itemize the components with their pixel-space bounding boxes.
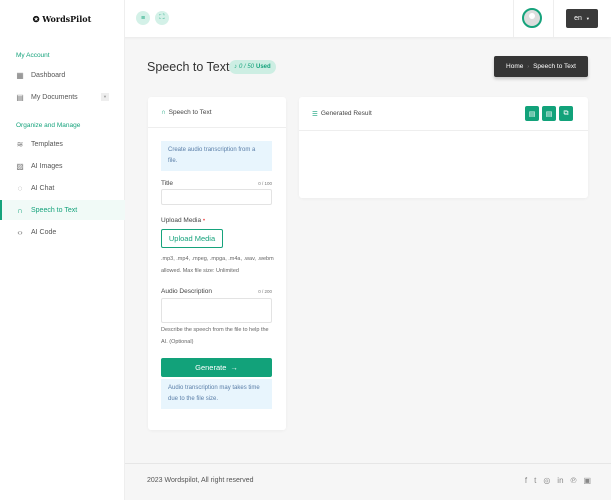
copy-icon: ⧉ [563, 109, 569, 117]
divider [513, 0, 514, 37]
divider [553, 0, 554, 37]
copyright: 2023 Wordspilot, All right reserved [147, 477, 254, 484]
sidebar-item-ai-chat[interactable]: ◌ AI Chat [0, 178, 125, 198]
grid-icon: ▦ [16, 70, 24, 80]
headphones-icon: ∩ [17, 205, 23, 215]
headphones-icon: ∩ [161, 108, 166, 116]
top-header: ✪ WordsPilot ≡ ⛶ en ▼ [0, 0, 611, 37]
section-organize: Organize and Manage [16, 122, 81, 129]
avatar[interactable] [522, 8, 542, 28]
generate-button[interactable]: Generate → [161, 358, 272, 377]
layers-icon: ≋ [16, 139, 24, 149]
sidebar-item-ai-code[interactable]: ‹› AI Code [0, 222, 125, 242]
description-label: Audio Description [161, 288, 212, 295]
fullscreen-button[interactable]: ⛶ [155, 11, 169, 25]
logo[interactable]: ✪ WordsPilot [0, 0, 125, 37]
result-card: ☰ Generated Result ▤ ▤ ⧉ [299, 97, 588, 198]
chevron-down-icon: ▼ [585, 16, 590, 21]
sidebar-item-templates[interactable]: ≋ Templates [0, 134, 125, 154]
title-counter: 0 / 100 [258, 181, 272, 186]
chat-icon: ◌ [17, 183, 23, 193]
facebook-icon[interactable]: f [525, 476, 527, 485]
upload-media-button[interactable]: Upload Media [161, 229, 223, 248]
page-title: Speech to Text [147, 60, 230, 74]
sidebar: My Account ▦ Dashboard ▤ My Documents ▼ Org… [0, 37, 125, 500]
linkedin-icon[interactable]: in [557, 476, 563, 485]
twitter-icon[interactable]: t [534, 476, 536, 485]
instagram-icon[interactable]: ◎ [543, 476, 550, 485]
upload-label: Upload Media • [161, 217, 206, 224]
description-help: Describe the speech from the file to hel… [161, 327, 269, 345]
sidebar-item-ai-images[interactable]: ▨ AI Images [0, 156, 125, 176]
description-counter: 0 / 200 [258, 289, 272, 294]
pinterest-icon[interactable]: ℗ [571, 476, 577, 485]
info-alert: Create audio transcription from a file. [161, 141, 272, 171]
image-icon: ▨ [16, 161, 24, 171]
document-icon: ▤ [16, 92, 24, 102]
chevron-right-icon: › [527, 63, 530, 70]
file-icon: ▤ [528, 110, 536, 118]
title-label: Title [161, 180, 174, 187]
arrow-right-icon: → [230, 363, 238, 372]
description-textarea[interactable] [161, 298, 272, 323]
language-select[interactable]: en ▼ [566, 9, 598, 28]
mic-icon: ♪ [234, 64, 237, 70]
formats-help: .mp3, .mp4, .mpeg, .mpga, .m4a, .wav, .w… [161, 256, 274, 274]
breadcrumb-current: Speech to Text [533, 63, 576, 70]
usage-badge: ♪ 0 / 50 Used [229, 60, 276, 74]
chevron-down-icon: ▼ [101, 93, 109, 101]
social-links: f t ◎ in ℗ ▣ [525, 476, 591, 485]
title-input[interactable] [161, 189, 272, 205]
download-txt-button[interactable]: ▤ [542, 106, 556, 121]
sidebar-item-dashboard[interactable]: ▦ Dashboard [0, 65, 125, 85]
download-doc-button[interactable]: ▤ [525, 106, 539, 121]
card-header: ∩ Speech to Text [148, 97, 286, 128]
breadcrumb: Home › Speech to Text [494, 56, 588, 77]
file-text-icon: ▤ [545, 110, 553, 118]
sidebar-item-my-documents[interactable]: ▤ My Documents ▼ [0, 87, 125, 107]
menu-toggle-button[interactable]: ≡ [136, 11, 150, 25]
note-alert: Audio transcription may takes time due t… [161, 379, 272, 409]
copy-button[interactable]: ⧉ [559, 106, 573, 121]
section-my-account: My Account [16, 52, 50, 59]
breadcrumb-home[interactable]: Home [506, 63, 523, 70]
speech-form-card: ∩ Speech to Text Create audio transcripti… [148, 97, 286, 430]
footer: 2023 Wordspilot, All right reserved f t … [125, 463, 611, 500]
logo-icon: ✪ [32, 13, 43, 24]
sidebar-item-speech-to-text[interactable]: ∩ Speech to Text [0, 200, 125, 220]
code-icon: ‹› [17, 227, 23, 237]
youtube-icon[interactable]: ▣ [583, 476, 591, 485]
list-icon: ☰ [312, 110, 318, 118]
